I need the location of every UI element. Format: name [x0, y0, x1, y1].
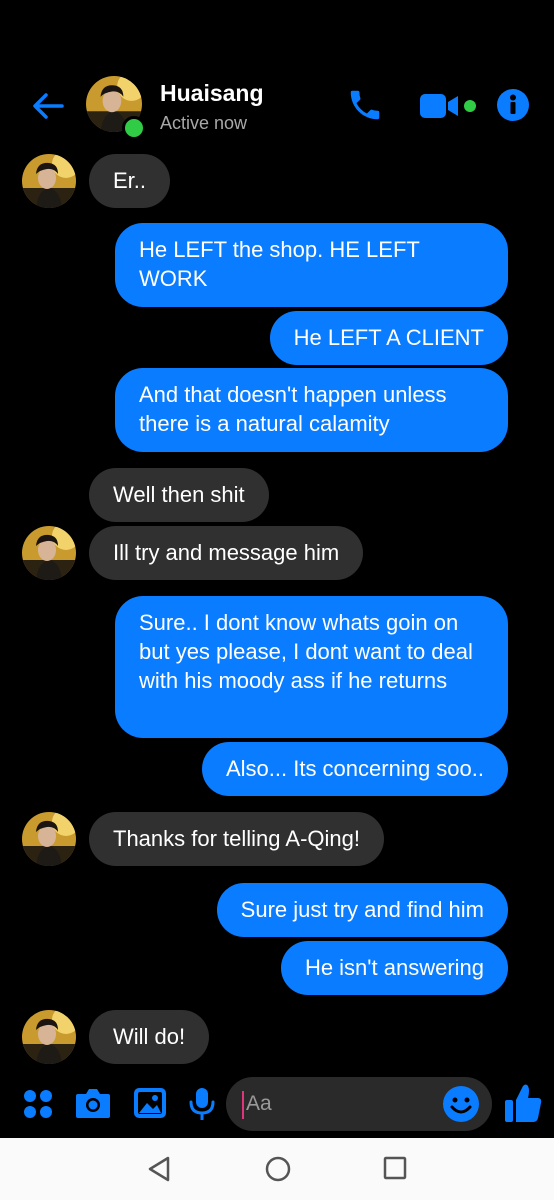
microphone-icon[interactable]: [188, 1086, 216, 1127]
sender-avatar[interactable]: [22, 154, 76, 208]
outgoing-message[interactable]: He isn't answering: [280, 941, 508, 995]
camera-icon[interactable]: [74, 1086, 112, 1125]
nav-back-icon[interactable]: [146, 1155, 172, 1188]
incoming-message[interactable]: Thanks for telling A-Qing!: [89, 812, 385, 866]
apps-icon[interactable]: [22, 1088, 54, 1125]
thumbs-up-icon[interactable]: [503, 1082, 543, 1129]
phone-icon[interactable]: [346, 86, 384, 129]
nav-recents-icon[interactable]: [382, 1155, 408, 1186]
message-composer: Aa: [0, 1074, 554, 1136]
system-navigation-bar: [0, 1138, 554, 1200]
sender-avatar[interactable]: [22, 526, 76, 580]
outgoing-message[interactable]: Also... Its concerning soo..: [201, 742, 508, 796]
gallery-icon[interactable]: [132, 1086, 168, 1125]
emoji-icon[interactable]: [442, 1085, 480, 1128]
sender-avatar[interactable]: [22, 1010, 76, 1064]
incoming-message[interactable]: Well then shit: [89, 468, 269, 522]
message-input[interactable]: Aa: [226, 1077, 492, 1131]
incoming-message[interactable]: Er..: [89, 154, 171, 208]
outgoing-message[interactable]: Sure just try and find him: [216, 883, 508, 937]
contact-name[interactable]: Huaisang: [160, 80, 264, 107]
online-indicator: [122, 116, 146, 140]
text-cursor: [242, 1091, 244, 1119]
sender-avatar[interactable]: [22, 812, 76, 866]
outgoing-message[interactable]: He LEFT A CLIENT: [269, 311, 508, 365]
contact-status: Active now: [160, 113, 248, 133]
info-icon[interactable]: [496, 88, 530, 127]
back-arrow-icon[interactable]: [28, 86, 68, 126]
nav-home-icon[interactable]: [264, 1155, 292, 1188]
outgoing-message[interactable]: Sure.. I dont know whats goin on but yes…: [115, 596, 508, 738]
conversation-header: Huaisang Active now: [0, 60, 554, 150]
incoming-message[interactable]: Ill try and message him: [89, 526, 364, 580]
outgoing-message[interactable]: He LEFT the shop. HE LEFT WORK: [115, 223, 508, 307]
outgoing-message[interactable]: And that doesn't happen unless there is …: [115, 368, 508, 452]
message-placeholder: Aa: [246, 1092, 272, 1115]
incoming-message[interactable]: Will do!: [89, 1010, 210, 1064]
video-camera-icon[interactable]: [418, 90, 482, 127]
